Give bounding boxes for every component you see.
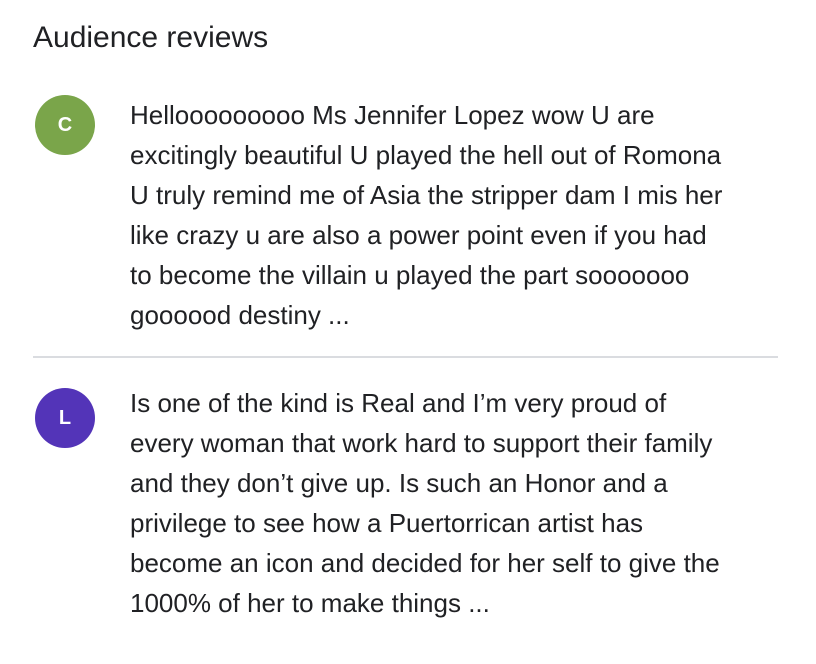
review-text[interactable]: Hellooooooooo Ms Jennifer Lopez wow U ar… [130, 95, 790, 335]
audience-reviews-panel: Audience reviews C Hellooooooooo Ms Jenn… [0, 0, 816, 664]
avatar: C [35, 95, 95, 155]
avatar: L [35, 388, 95, 448]
divider [33, 356, 778, 358]
section-title: Audience reviews [33, 21, 269, 54]
review-text[interactable]: Is one of the kind is Real and I’m very … [130, 383, 790, 623]
